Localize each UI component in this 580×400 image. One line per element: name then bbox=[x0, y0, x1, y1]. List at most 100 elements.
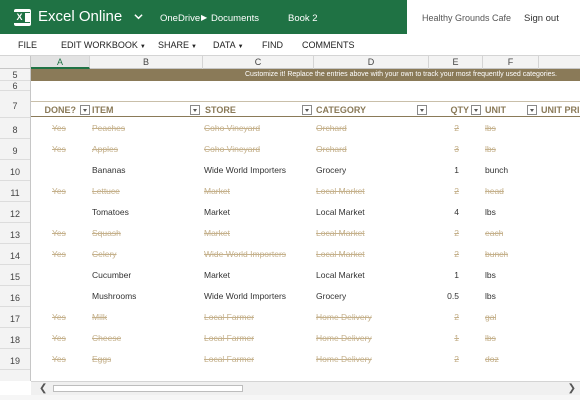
cell-item[interactable]: Celery bbox=[92, 244, 117, 265]
header-unit-price[interactable]: UNIT PRI bbox=[539, 101, 580, 117]
cell-done[interactable]: Yes bbox=[52, 328, 66, 349]
menu-data[interactable]: DATA ▼ bbox=[213, 40, 244, 50]
cell-store[interactable]: Local Farmer bbox=[204, 307, 254, 328]
cell-qty[interactable]: 2 bbox=[429, 223, 459, 244]
cell-unit[interactable]: lbs bbox=[485, 139, 496, 160]
cell-qty[interactable]: 4 bbox=[429, 202, 459, 223]
cell-unit[interactable]: each bbox=[485, 223, 503, 244]
worksheet-grid[interactable]: Customize it! Replace the entries above … bbox=[31, 69, 580, 381]
row-number[interactable]: 8 bbox=[0, 118, 30, 139]
row-number[interactable]: 19 bbox=[0, 349, 30, 370]
header-done[interactable]: DONE? bbox=[31, 101, 90, 117]
cell-unit[interactable]: lbs bbox=[485, 265, 496, 286]
cell-item[interactable]: Squash bbox=[92, 223, 121, 244]
cell-qty[interactable]: 2 bbox=[429, 181, 459, 202]
cell-store[interactable]: Wide World Importers bbox=[204, 244, 286, 265]
table-row[interactable]: Mushrooms Wide World Importers Grocery 0… bbox=[31, 286, 580, 307]
row-number[interactable]: 13 bbox=[0, 223, 30, 244]
row-number[interactable]: 18 bbox=[0, 328, 30, 349]
cell-store[interactable]: Coho Vineyard bbox=[204, 118, 260, 139]
row-number[interactable]: 15 bbox=[0, 265, 30, 286]
cell-qty[interactable]: 1 bbox=[429, 160, 459, 181]
cell-unit[interactable]: bunch bbox=[485, 244, 508, 265]
cell-unit[interactable]: head bbox=[485, 181, 504, 202]
cell-qty[interactable]: 3 bbox=[429, 139, 459, 160]
column-header-d[interactable]: D bbox=[314, 56, 429, 69]
row-number[interactable]: 12 bbox=[0, 202, 30, 223]
cell-store[interactable]: Local Farmer bbox=[204, 349, 254, 370]
cell-category[interactable]: Local Market bbox=[316, 244, 365, 265]
cell-unit[interactable]: lbs bbox=[485, 328, 496, 349]
cell-unit[interactable]: doz bbox=[485, 349, 499, 370]
cell-item[interactable]: Apples bbox=[92, 139, 118, 160]
column-header-c[interactable]: C bbox=[203, 56, 314, 69]
filter-dropdown-icon[interactable] bbox=[471, 105, 481, 115]
cell-category[interactable]: Home Delivery bbox=[316, 307, 372, 328]
cell-qty[interactable]: 2 bbox=[429, 118, 459, 139]
cell-item[interactable]: Milk bbox=[92, 307, 107, 328]
header-unit[interactable]: UNIT bbox=[483, 101, 539, 117]
row-number[interactable]: 11 bbox=[0, 181, 30, 202]
table-row[interactable]: Yes Lettuce Market Local Market 2 head bbox=[31, 181, 580, 202]
cell-category[interactable]: Orchard bbox=[316, 118, 347, 139]
cell-store[interactable]: Market bbox=[204, 202, 230, 223]
column-header-g[interactable] bbox=[539, 56, 580, 69]
cell-item[interactable]: Lettuce bbox=[92, 181, 120, 202]
table-row[interactable]: Yes Cheese Local Farmer Home Delivery 1 … bbox=[31, 328, 580, 349]
cell-category[interactable]: Grocery bbox=[316, 286, 346, 307]
cell-unit[interactable]: gal bbox=[485, 307, 496, 328]
cell-unit[interactable]: lbs bbox=[485, 286, 496, 307]
cell-done[interactable]: Yes bbox=[52, 139, 66, 160]
cell-item[interactable]: Cucumber bbox=[92, 265, 131, 286]
menu-find[interactable]: FIND bbox=[262, 40, 283, 50]
cell-qty[interactable]: 1 bbox=[429, 265, 459, 286]
menu-comments[interactable]: COMMENTS bbox=[302, 40, 355, 50]
table-row[interactable]: Yes Celery Wide World Importers Local Ma… bbox=[31, 244, 580, 265]
filter-dropdown-icon[interactable] bbox=[302, 105, 312, 115]
cell-store[interactable]: Market bbox=[204, 265, 230, 286]
table-row[interactable]: Yes Squash Market Local Market 2 each bbox=[31, 223, 580, 244]
cell-store[interactable]: Wide World Importers bbox=[204, 286, 286, 307]
row-number[interactable]: 14 bbox=[0, 244, 30, 265]
scrollbar-thumb[interactable] bbox=[53, 385, 243, 392]
table-row[interactable]: Yes Apples Coho Vineyard Orchard 3 lbs bbox=[31, 139, 580, 160]
cell-store[interactable]: Market bbox=[204, 223, 230, 244]
cell-done[interactable]: Yes bbox=[52, 349, 66, 370]
cell-done[interactable]: Yes bbox=[52, 118, 66, 139]
row-number[interactable]: 17 bbox=[0, 307, 30, 328]
header-item[interactable]: ITEM bbox=[90, 101, 203, 117]
filter-dropdown-icon[interactable] bbox=[417, 105, 427, 115]
excel-logo-icon[interactable]: X bbox=[14, 9, 31, 26]
cell-category[interactable]: Home Delivery bbox=[316, 349, 372, 370]
workbook-title[interactable]: Book 2 bbox=[288, 13, 318, 24]
row-number[interactable]: 9 bbox=[0, 139, 30, 160]
horizontal-scrollbar[interactable]: ❮ ❯ bbox=[31, 381, 580, 395]
cell-category[interactable]: Orchard bbox=[316, 139, 347, 160]
row-number[interactable]: 10 bbox=[0, 160, 30, 181]
cell-qty[interactable]: 2 bbox=[429, 244, 459, 265]
row-number[interactable]: 7 bbox=[0, 91, 30, 118]
table-row[interactable]: Yes Milk Local Farmer Home Delivery 2 ga… bbox=[31, 307, 580, 328]
menu-edit-workbook[interactable]: EDIT WORKBOOK ▼ bbox=[61, 40, 146, 50]
filter-dropdown-icon[interactable] bbox=[527, 105, 537, 115]
cell-store[interactable]: Market bbox=[204, 181, 230, 202]
cell-unit[interactable]: bunch bbox=[485, 160, 508, 181]
cell-category[interactable]: Local Market bbox=[316, 181, 365, 202]
column-header-e[interactable]: E bbox=[429, 56, 483, 69]
breadcrumb-documents[interactable]: Documents bbox=[211, 13, 259, 24]
filter-dropdown-icon[interactable] bbox=[190, 105, 200, 115]
select-all-corner[interactable] bbox=[0, 56, 31, 69]
menu-file[interactable]: FILE bbox=[18, 40, 37, 50]
cell-store[interactable]: Wide World Importers bbox=[204, 160, 286, 181]
breadcrumb-onedrive[interactable]: OneDrive bbox=[160, 13, 200, 24]
cell-category[interactable]: Home Delivery bbox=[316, 328, 372, 349]
cell-store[interactable]: Local Farmer bbox=[204, 328, 254, 349]
row-number[interactable]: 5 bbox=[0, 69, 30, 81]
cell-qty[interactable]: 2 bbox=[429, 307, 459, 328]
cell-store[interactable]: Coho Vineyard bbox=[204, 139, 260, 160]
row-number[interactable]: 16 bbox=[0, 286, 30, 307]
app-name[interactable]: Excel Online bbox=[38, 8, 122, 25]
column-header-a[interactable]: A bbox=[31, 56, 90, 69]
cell-done[interactable]: Yes bbox=[52, 223, 66, 244]
header-qty[interactable]: QTY bbox=[429, 101, 483, 117]
